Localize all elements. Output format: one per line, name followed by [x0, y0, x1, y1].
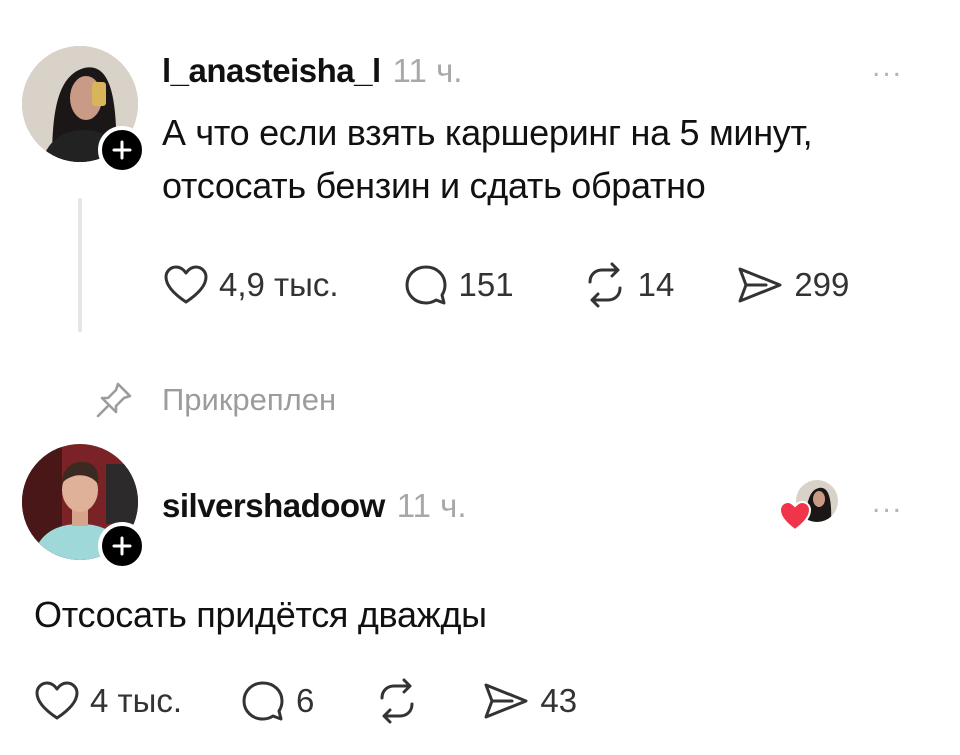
repost-button[interactable]: 14: [582, 262, 675, 308]
reply-time: 11 ч.: [396, 487, 467, 524]
follow-badge-reply[interactable]: [98, 522, 146, 570]
pin-icon: [96, 382, 132, 418]
post-text: А что если взять каршеринг на 5 минут, о…: [162, 106, 813, 212]
reply-repost-button[interactable]: [374, 678, 420, 724]
post-text-line: А что если взять каршеринг на 5 минут,: [162, 112, 813, 153]
post-username[interactable]: l_anasteisha_l: [162, 52, 381, 90]
like-button[interactable]: 4,9 тыс.: [163, 264, 339, 306]
like-count: 4,9 тыс.: [219, 266, 339, 303]
reply-text: Отсосать придётся дважды: [34, 594, 487, 635]
post-more-icon[interactable]: ...: [872, 50, 903, 84]
post-time: 11 ч.: [392, 52, 463, 89]
pinned-indicator: Прикреплен: [94, 380, 336, 420]
comment-icon: [242, 681, 284, 721]
heart-icon: [164, 265, 208, 304]
share-button[interactable]: 299: [736, 265, 849, 305]
plus-icon: [112, 140, 132, 160]
follow-badge-post[interactable]: [98, 126, 146, 174]
share-icon: [484, 683, 528, 719]
reply-like-count: 4 тыс.: [90, 682, 183, 719]
reply-share-button[interactable]: 43: [482, 681, 577, 721]
reply-header: silvershadoow 11 ч.: [162, 487, 467, 525]
reply-actions: 4 тыс. 6 43: [34, 678, 577, 724]
comment-icon: [405, 265, 447, 305]
reply-comment-button[interactable]: 6: [240, 679, 314, 723]
heart-icon: [35, 681, 79, 720]
reply-comment-count: 6: [296, 682, 315, 719]
repost-icon: [588, 262, 622, 308]
author-liked-indicator: [778, 480, 842, 534]
post-actions: 4,9 тыс. 151 14 299: [163, 262, 849, 308]
share-icon: [738, 267, 782, 303]
thread-line: [78, 198, 82, 332]
reply-more-icon[interactable]: ...: [872, 486, 903, 520]
comment-button[interactable]: 151: [403, 263, 514, 307]
reply-like-button[interactable]: 4 тыс.: [34, 680, 182, 722]
plus-icon: [112, 536, 132, 556]
post-text-line: отсосать бензин и сдать обратно: [162, 165, 706, 206]
reply-share-count: 43: [540, 682, 578, 719]
share-count: 299: [794, 266, 850, 303]
pinned-label: Прикреплен: [162, 382, 337, 417]
heart-icon: [778, 500, 812, 532]
repost-icon: [380, 678, 414, 724]
comment-count: 151: [458, 266, 514, 303]
post-header: l_anasteisha_l 11 ч.: [162, 52, 462, 90]
repost-count: 14: [637, 266, 675, 303]
reply-username[interactable]: silvershadoow: [162, 487, 385, 525]
